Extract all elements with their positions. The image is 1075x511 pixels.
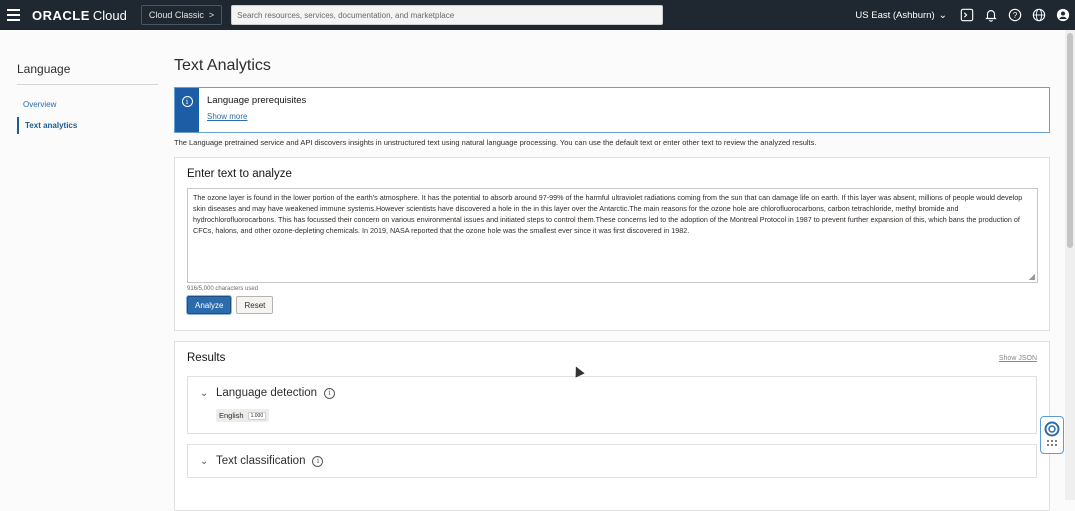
page-scrollbar[interactable] bbox=[1065, 30, 1075, 500]
language-tag-score: 1.000 bbox=[247, 411, 267, 420]
chevron-right-icon: > bbox=[208, 10, 215, 20]
chevron-down-icon: ⌄ bbox=[938, 9, 947, 21]
language-detection-section: ⌄ Language detection i English 1.000 bbox=[187, 376, 1037, 434]
info-bar: i bbox=[175, 88, 199, 132]
info-heading: Language prerequisites bbox=[207, 95, 307, 106]
region-selector[interactable]: US East (Ashburn) ⌄ bbox=[855, 10, 947, 21]
chevron-down-icon[interactable]: ⌄ bbox=[200, 388, 216, 399]
top-right-controls: US East (Ashburn) ⌄ ? bbox=[855, 0, 1075, 30]
brand-light: Cloud bbox=[92, 7, 127, 23]
page-title: Text Analytics bbox=[174, 57, 271, 74]
top-navigation-bar: ORACLE Cloud Cloud Classic > US East (As… bbox=[0, 0, 1075, 30]
brand-bold: ORACLE bbox=[32, 7, 90, 23]
results-title: Results bbox=[187, 352, 226, 364]
chevron-down-icon[interactable]: ⌄ bbox=[200, 456, 216, 467]
prerequisites-info-box: i Language prerequisites Show more bbox=[174, 87, 1050, 133]
button-row: Analyze Reset bbox=[187, 296, 1037, 314]
text-classification-title: Text classification bbox=[216, 455, 306, 467]
info-content: Language prerequisites Show more bbox=[199, 88, 306, 132]
search-input[interactable] bbox=[231, 5, 664, 25]
info-icon: i bbox=[181, 96, 193, 107]
service-description: The Language pretrained service and API … bbox=[174, 138, 817, 147]
enter-text-card: Enter text to analyze The ozone layer is… bbox=[174, 157, 1050, 331]
resize-handle[interactable] bbox=[1029, 274, 1035, 280]
cloud-shell-icon[interactable] bbox=[955, 0, 979, 30]
region-label: US East (Ashburn) bbox=[855, 9, 935, 21]
globe-icon[interactable] bbox=[1027, 0, 1051, 30]
show-more-link[interactable]: Show more bbox=[207, 112, 247, 121]
oracle-cloud-logo[interactable]: ORACLE Cloud bbox=[32, 8, 127, 23]
language-detection-title: Language detection bbox=[216, 387, 318, 399]
nav-item-overview[interactable]: Overview bbox=[17, 96, 158, 113]
main-content: Text Analytics i Language prerequisites … bbox=[174, 57, 1050, 511]
profile-icon[interactable] bbox=[1051, 0, 1075, 30]
grid-dots-icon bbox=[1047, 440, 1057, 446]
cloud-classic-button[interactable]: Cloud Classic > bbox=[140, 5, 223, 25]
help-widget[interactable] bbox=[1040, 416, 1064, 454]
hamburger-menu-icon[interactable] bbox=[0, 0, 26, 30]
info-icon[interactable]: i bbox=[312, 455, 324, 467]
results-header: Results Show JSON bbox=[187, 352, 1037, 364]
text-classification-section: ⌄ Text classification i bbox=[187, 444, 1037, 478]
show-json-link[interactable]: Show JSON bbox=[999, 355, 1037, 362]
text-input-value: The ozone layer is found in the lower po… bbox=[193, 193, 1023, 235]
help-icon[interactable]: ? bbox=[1003, 0, 1027, 30]
nav-title: Language bbox=[17, 62, 158, 85]
scrollbar-thumb[interactable] bbox=[1067, 33, 1073, 248]
language-tag: English 1.000 bbox=[216, 409, 270, 422]
results-card: Results Show JSON ⌄ Language detection i… bbox=[174, 341, 1050, 511]
info-icon[interactable]: i bbox=[324, 387, 336, 399]
text-input-area[interactable]: The ozone layer is found in the lower po… bbox=[187, 188, 1038, 283]
bell-icon[interactable] bbox=[979, 0, 1003, 30]
nav-item-text-analytics[interactable]: Text analytics bbox=[17, 117, 158, 134]
language-detection-header[interactable]: ⌄ Language detection i bbox=[200, 387, 1024, 399]
analyze-button[interactable]: Analyze bbox=[187, 296, 232, 314]
language-tag-label: English bbox=[219, 411, 244, 420]
svg-text:?: ? bbox=[1013, 11, 1018, 20]
cloud-classic-label: Cloud Classic bbox=[148, 10, 204, 20]
left-navigation: Language Overview Text analytics bbox=[17, 62, 158, 134]
text-classification-header[interactable]: ⌄ Text classification i bbox=[200, 455, 1024, 467]
lifebuoy-icon bbox=[1044, 421, 1060, 437]
character-count: 916/5,000 characters used bbox=[187, 286, 259, 292]
reset-button[interactable]: Reset bbox=[236, 296, 274, 314]
enter-text-title: Enter text to analyze bbox=[187, 168, 292, 180]
